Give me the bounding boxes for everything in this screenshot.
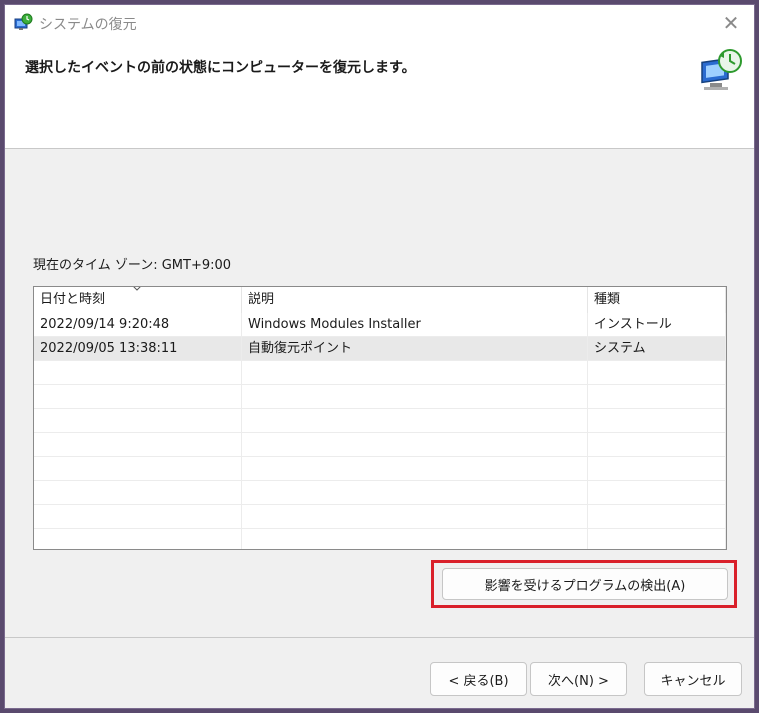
scan-affected-programs-button[interactable]: 影響を受けるプログラムの検出(A) — [442, 568, 728, 600]
cell-date: 2022/09/14 9:20:48 — [34, 313, 242, 336]
empty-row — [34, 457, 726, 481]
close-button[interactable]: ✕ — [708, 5, 754, 41]
empty-row — [34, 505, 726, 529]
empty-row — [34, 481, 726, 505]
table-row-selected[interactable]: 2022/09/05 13:38:11 自動復元ポイント システム — [34, 337, 726, 361]
timezone-label: 現在のタイム ゾーン: GMT+9:00 — [33, 258, 232, 273]
cell-description: 自動復元ポイント — [242, 337, 588, 360]
table-row[interactable]: 2022/09/14 9:20:48 Windows Modules Insta… — [34, 313, 726, 337]
cell-description: Windows Modules Installer — [242, 313, 588, 336]
cell-type: インストール — [588, 313, 726, 336]
cell-type: システム — [588, 337, 726, 360]
cancel-button[interactable]: キャンセル — [644, 662, 742, 696]
system-restore-icon — [14, 13, 33, 30]
list-header: 日付と時刻 説明 種類 — [34, 287, 726, 313]
back-button[interactable]: < 戻る(B) — [430, 662, 527, 696]
next-button[interactable]: 次へ(N) > — [530, 662, 627, 696]
title-bar: システムの復元 ✕ — [5, 5, 754, 41]
system-restore-window: システムの復元 ✕ 選択したイベントの前の状態にコンピューターを復元します。 現… — [4, 4, 755, 709]
column-header-type[interactable]: 種類 — [588, 287, 726, 313]
close-icon: ✕ — [722, 11, 740, 35]
empty-row — [34, 361, 726, 385]
empty-row — [34, 433, 726, 457]
header-panel: 選択したイベントの前の状態にコンピューターを復元します。 — [5, 41, 754, 149]
window-title: システムの復元 — [39, 17, 137, 33]
cell-date: 2022/09/05 13:38:11 — [34, 337, 242, 360]
empty-row — [34, 385, 726, 409]
sort-arrow-icon — [133, 287, 141, 291]
restore-point-list[interactable]: 日付と時刻 説明 種類 2022/09/14 9:20:48 Windows M… — [33, 286, 727, 550]
header-instruction: 選択したイベントの前の状態にコンピューターを復元します。 — [25, 60, 416, 76]
footer: < 戻る(B) 次へ(N) > キャンセル — [5, 637, 754, 708]
computer-restore-icon — [701, 49, 742, 90]
empty-row — [34, 529, 726, 549]
column-header-description[interactable]: 説明 — [242, 287, 588, 313]
empty-row — [34, 409, 726, 433]
